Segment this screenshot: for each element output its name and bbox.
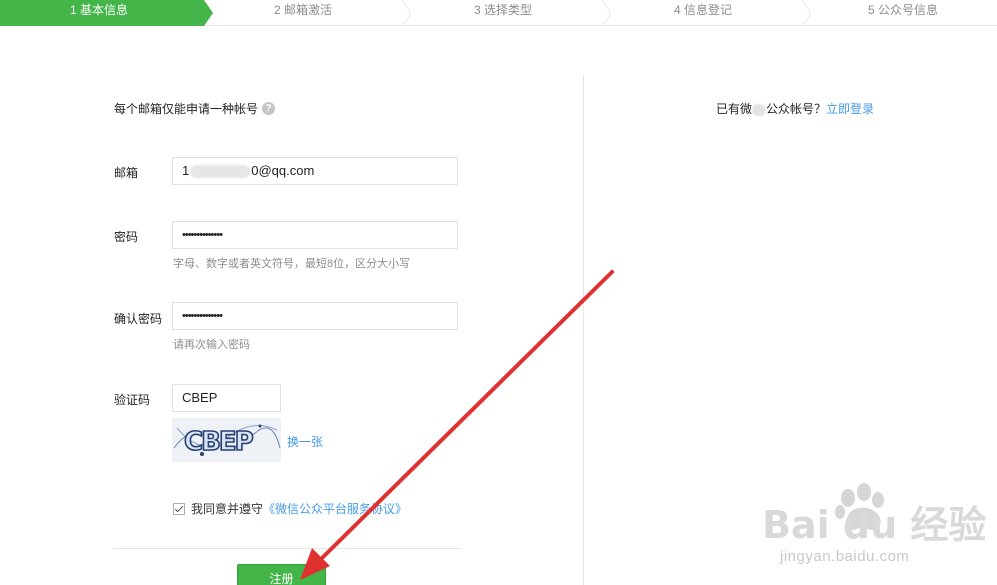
email-suffix: 0@qq.com bbox=[251, 163, 315, 178]
login-link[interactable]: 立即登录 bbox=[826, 102, 874, 116]
redacted-blur bbox=[752, 103, 767, 116]
refresh-captcha-link[interactable]: 换一张 bbox=[287, 433, 323, 450]
watermark-url: jingyan.baidu.com bbox=[780, 548, 910, 565]
login-prompt: 已有微 公众帐号？立即登录 bbox=[716, 100, 874, 117]
help-icon[interactable]: ? bbox=[262, 102, 276, 115]
step-separators bbox=[401, 0, 812, 26]
watermark-brand: Bai du 经验 bbox=[762, 503, 986, 547]
redacted-blur bbox=[190, 165, 251, 179]
captcha-field[interactable]: CBEP bbox=[172, 384, 281, 412]
register-button[interactable]: 注册 bbox=[237, 564, 326, 585]
password-label: 密码 bbox=[114, 230, 139, 244]
form-divider bbox=[113, 548, 461, 549]
intro-text: 每个邮箱仅能申请一种帐号 bbox=[114, 102, 259, 116]
service-agreement-link[interactable]: 《微信公众平台服务协议》 bbox=[263, 500, 407, 517]
login-middle: 公众帐号？ bbox=[766, 102, 827, 116]
confirm-password-label: 确认密码 bbox=[114, 312, 163, 326]
agree-checkbox[interactable] bbox=[173, 502, 185, 515]
captcha-label: 验证码 bbox=[114, 393, 151, 407]
agree-text: 我同意并遵守 bbox=[191, 502, 264, 516]
step-progress-bar: 1 基本信息 2 邮箱激活 3 选择类型 4 信息登记 5 公众号信息 bbox=[0, 0, 997, 26]
column-divider bbox=[583, 74, 584, 585]
password-hint: 字母、数字或者英文符号，最短8位，区分大小写 bbox=[173, 258, 411, 270]
email-prefix: 1 bbox=[182, 163, 190, 178]
captcha-image-text: CBEP bbox=[184, 427, 253, 457]
form-intro: 每个邮箱仅能申请一种帐号 ? bbox=[114, 100, 276, 117]
captcha-image[interactable]: CBEP bbox=[172, 418, 281, 462]
password-field[interactable]: •••••••••••••• bbox=[172, 221, 458, 249]
agreement-row: 我同意并遵守 《微信公众平台服务协议》 bbox=[173, 500, 407, 517]
login-prefix: 已有微 bbox=[716, 102, 753, 116]
confirm-password-hint: 请再次输入密码 bbox=[173, 339, 250, 351]
baidu-watermark: Bai du 经验 bbox=[762, 483, 986, 547]
email-field[interactable]: 1 0@qq.com bbox=[172, 157, 458, 185]
confirm-password-field[interactable]: •••••••••••••• bbox=[172, 302, 458, 330]
email-label: 邮箱 bbox=[114, 166, 139, 180]
